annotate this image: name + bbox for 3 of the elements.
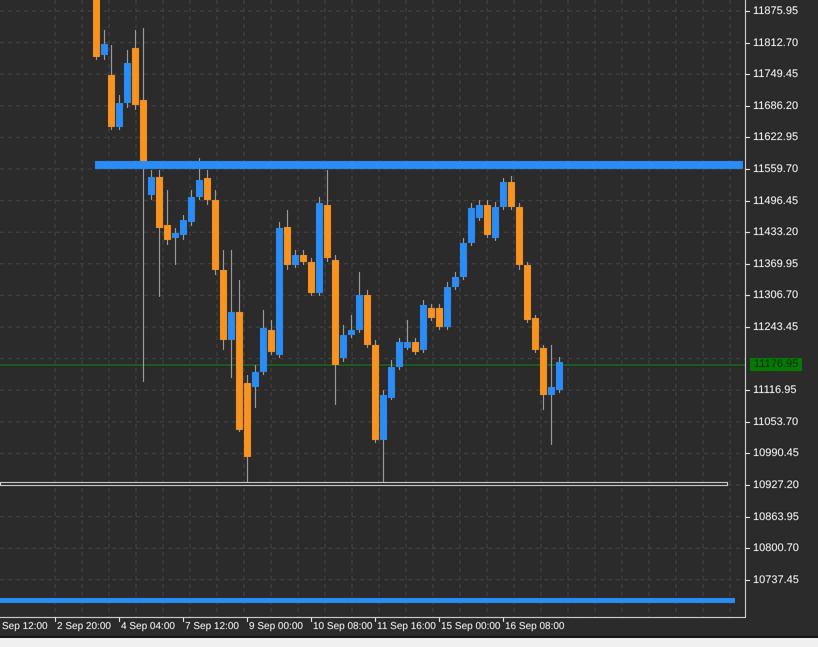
support-level-line[interactable] bbox=[0, 482, 728, 486]
price-axis-label: 10863.95 bbox=[746, 510, 799, 524]
current-price-tag: 11176.95 bbox=[750, 358, 802, 371]
